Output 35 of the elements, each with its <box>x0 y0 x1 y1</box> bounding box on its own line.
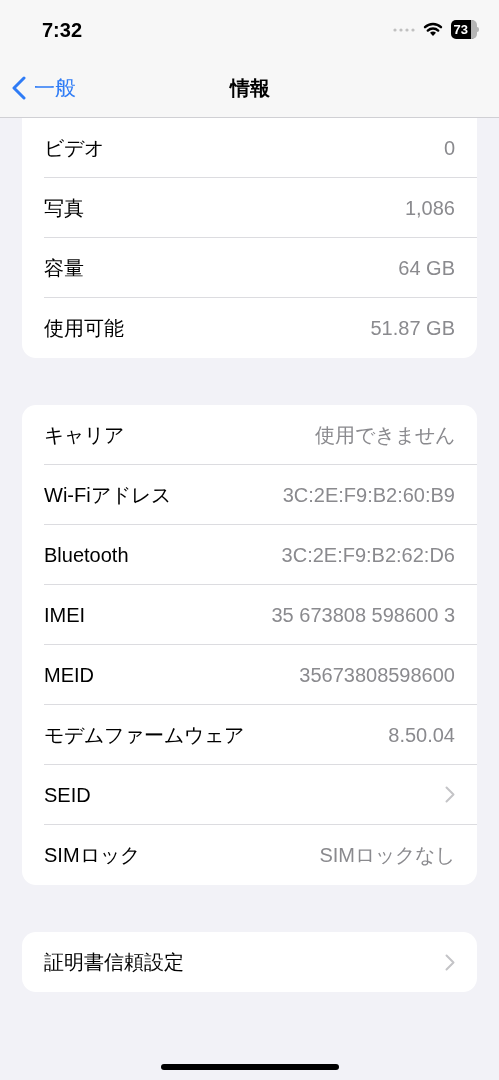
row-value: 使用できません <box>315 422 455 448</box>
row-value: 64 GB <box>398 255 455 281</box>
row-label: SEID <box>44 782 91 808</box>
row-label: 証明書信頼設定 <box>44 950 184 975</box>
row-value: 51.87 GB <box>370 316 455 341</box>
chevron-right-icon <box>445 786 455 803</box>
row-value: 35673808598600 <box>299 662 455 688</box>
row-label: 写真 <box>44 195 84 221</box>
row-label: モデムファームウェア <box>44 722 244 748</box>
row-value: 35 673808 598600 3 <box>271 602 455 628</box>
chevron-left-icon <box>12 76 26 101</box>
row-label: 使用可能 <box>44 316 124 341</box>
row-label: Bluetooth <box>44 542 129 568</box>
wifi-icon <box>422 22 443 38</box>
row-label: Wi-Fiアドレス <box>44 482 171 508</box>
battery-indicator: 73 <box>450 20 479 40</box>
row-label: MEID <box>44 662 94 688</box>
row-label: ビデオ <box>44 135 104 161</box>
row-value: 8.50.04 <box>388 722 455 748</box>
back-button[interactable]: 一般 <box>12 72 76 104</box>
row-value: 3C:2E:F9:B2:60:B9 <box>282 482 455 508</box>
row-value: SIMロックなし <box>319 843 455 868</box>
settings-row[interactable]: SEID <box>44 765 477 825</box>
signal-dots-icon <box>392 27 415 32</box>
row-label: 容量 <box>44 255 84 281</box>
nav-title: 情報 <box>229 76 270 102</box>
settings-row[interactable]: 証明書信頼設定 <box>44 932 477 992</box>
row-label: SIMロック <box>44 843 140 868</box>
row-value: 0 <box>443 135 455 161</box>
row-label: キャリア <box>44 422 124 448</box>
row-label: IMEI <box>44 602 86 628</box>
chevron-right-icon <box>445 953 455 971</box>
status-time: 7:32 <box>42 17 83 43</box>
row-value: 3C:2E:F9:B2:62:D6 <box>281 542 455 568</box>
row-value: 1,086 <box>404 195 455 221</box>
